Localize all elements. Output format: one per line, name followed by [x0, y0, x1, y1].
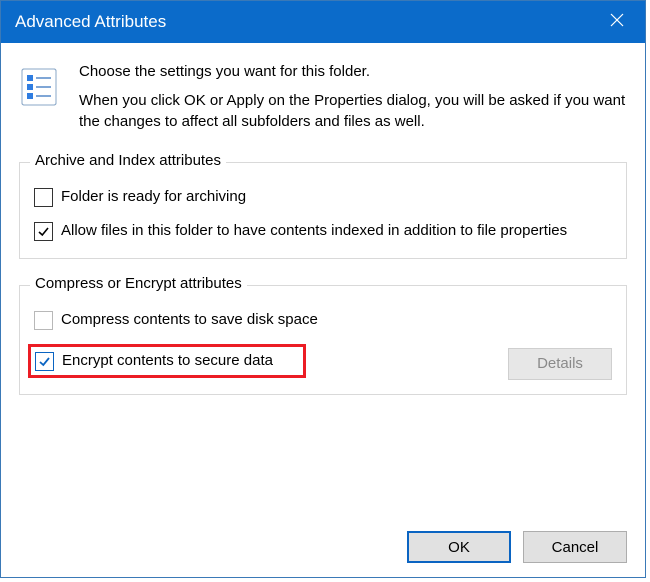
compress-checkbox-row[interactable]: Compress contents to save disk space — [34, 310, 612, 330]
archive-checkbox[interactable] — [34, 188, 53, 207]
advanced-attributes-dialog: Advanced Attributes — [0, 0, 646, 578]
intro-line2: When you click OK or Apply on the Proper… — [79, 90, 627, 132]
intro-text: Choose the settings you want for this fo… — [79, 61, 627, 140]
encrypt-checkbox[interactable] — [35, 352, 54, 371]
compress-encrypt-group: Compress or Encrypt attributes Compress … — [19, 285, 627, 396]
intro-line1: Choose the settings you want for this fo… — [79, 61, 627, 82]
attributes-icon — [19, 65, 63, 109]
index-checkbox[interactable] — [34, 222, 53, 241]
archive-index-group: Archive and Index attributes Folder is r… — [19, 162, 627, 259]
details-button[interactable]: Details — [508, 348, 612, 380]
index-label: Allow files in this folder to have conte… — [61, 221, 612, 241]
close-button[interactable] — [589, 1, 645, 43]
index-checkbox-row[interactable]: Allow files in this folder to have conte… — [34, 221, 612, 241]
encrypt-row: Encrypt contents to secure data Details — [34, 344, 612, 384]
compress-label: Compress contents to save disk space — [61, 310, 612, 330]
cancel-button[interactable]: Cancel — [523, 531, 627, 563]
dialog-title: Advanced Attributes — [15, 12, 166, 32]
dialog-footer: OK Cancel — [407, 531, 627, 563]
close-icon — [610, 12, 624, 32]
encrypt-highlight: Encrypt contents to secure data — [28, 344, 306, 378]
archive-checkbox-row[interactable]: Folder is ready for archiving — [34, 187, 612, 207]
titlebar: Advanced Attributes — [1, 1, 645, 43]
archive-index-legend: Archive and Index attributes — [30, 152, 226, 169]
ok-button[interactable]: OK — [407, 531, 511, 563]
compress-encrypt-legend: Compress or Encrypt attributes — [30, 275, 247, 292]
encrypt-label: Encrypt contents to secure data — [62, 351, 273, 371]
dialog-body: Choose the settings you want for this fo… — [1, 43, 645, 395]
intro-section: Choose the settings you want for this fo… — [19, 61, 627, 140]
compress-checkbox[interactable] — [34, 311, 53, 330]
archive-label: Folder is ready for archiving — [61, 187, 612, 207]
encrypt-checkbox-row[interactable]: Encrypt contents to secure data — [35, 351, 273, 371]
